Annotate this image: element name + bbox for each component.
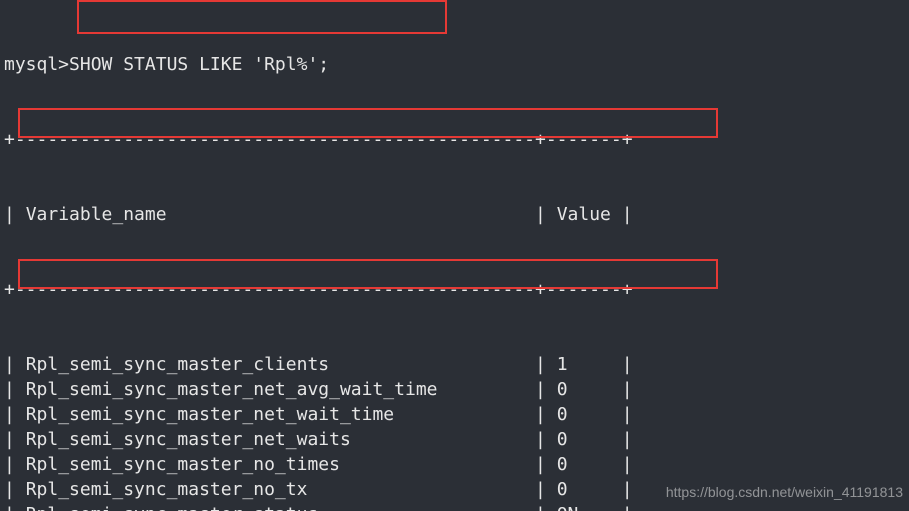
cell-variable: Rpl_semi_sync_master_no_tx: [26, 477, 524, 502]
table-border-mid: +---------------------------------------…: [4, 277, 905, 302]
cell-value: 0: [557, 477, 622, 502]
sql-command: SHOW STATUS LIKE 'Rpl%';: [69, 52, 329, 77]
cell-variable: Rpl_semi_sync_master_net_avg_wait_time: [26, 377, 524, 402]
cell-value: 0: [557, 452, 622, 477]
table-border-top: +---------------------------------------…: [4, 127, 905, 152]
cell-variable: Rpl_semi_sync_master_no_times: [26, 452, 524, 477]
header-variable: Variable_name: [26, 202, 524, 227]
table-row: | Rpl_semi_sync_master_net_waits | 0 |: [4, 427, 905, 452]
cell-variable: Rpl_semi_sync_master_net_wait_time: [26, 402, 524, 427]
cell-value: ON: [557, 502, 622, 511]
cell-variable: Rpl_semi_sync_master_clients: [26, 352, 524, 377]
table-header-row: | Variable_name | Value|: [4, 202, 905, 227]
cell-variable: Rpl_semi_sync_master_status: [26, 502, 524, 511]
table-row: | Rpl_semi_sync_master_net_avg_wait_time…: [4, 377, 905, 402]
table-row: | Rpl_semi_sync_master_no_times | 0 |: [4, 452, 905, 477]
table-row: | Rpl_semi_sync_master_clients | 1 |: [4, 352, 905, 377]
watermark: https://blog.csdn.net/weixin_41191813: [666, 480, 903, 505]
cell-value: 0: [557, 377, 622, 402]
header-value: Value: [557, 202, 622, 227]
cell-variable: Rpl_semi_sync_master_net_waits: [26, 427, 524, 452]
cell-value: 0: [557, 427, 622, 452]
prompt: mysql>: [4, 52, 69, 77]
table-row: | Rpl_semi_sync_master_net_wait_time | 0…: [4, 402, 905, 427]
cell-value: 1: [557, 352, 622, 377]
cell-value: 0: [557, 402, 622, 427]
terminal-output: mysql> SHOW STATUS LIKE 'Rpl%'; +-------…: [0, 0, 909, 511]
prompt-row: mysql> SHOW STATUS LIKE 'Rpl%';: [4, 52, 905, 77]
